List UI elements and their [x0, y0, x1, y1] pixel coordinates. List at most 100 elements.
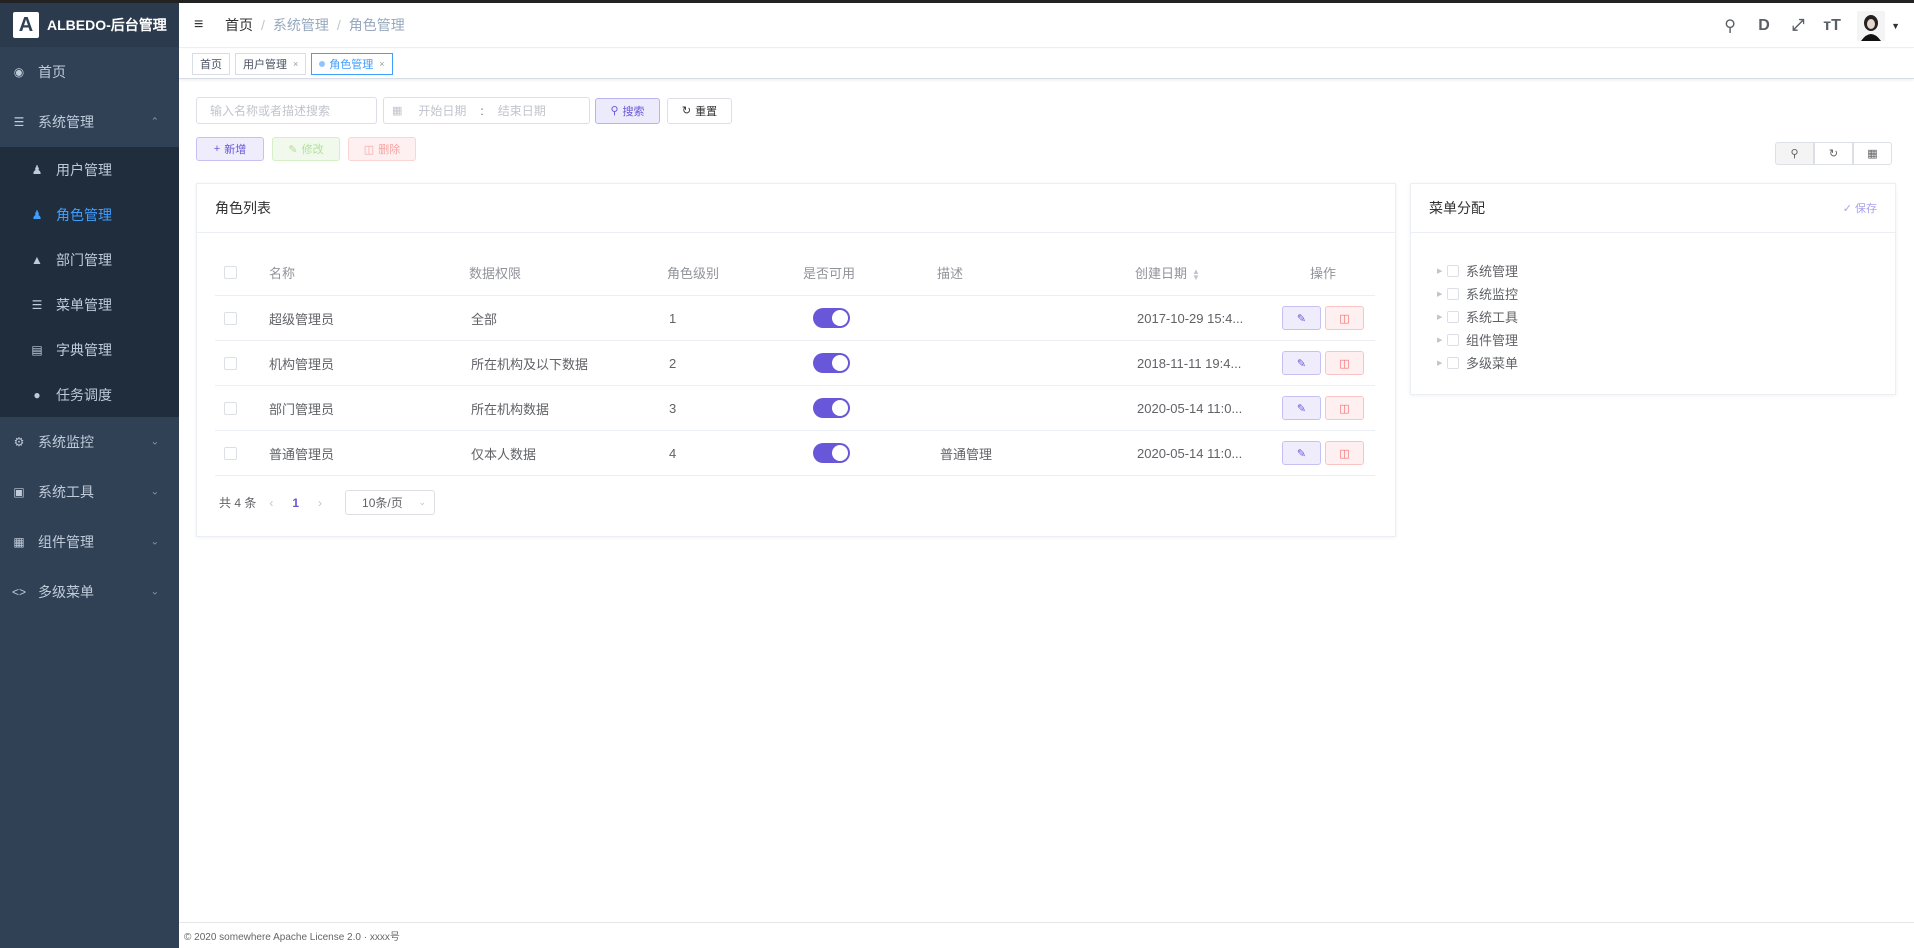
- row-checkbox[interactable]: [224, 356, 237, 370]
- sidebar-item-label: 系统工具: [38, 484, 94, 500]
- tree-node[interactable]: ▶ 组件管理: [1437, 328, 1518, 351]
- caret-right-icon[interactable]: ▶: [1437, 336, 1447, 344]
- menu-tree: ▶ 系统管理 ▶ 系统监控 ▶ 系统工具 ▶ 组件管理 ▶ 多级菜单: [1437, 259, 1518, 374]
- row-checkbox[interactable]: [224, 401, 237, 415]
- next-page-icon[interactable]: ›: [318, 496, 322, 510]
- caret-right-icon[interactable]: ▶: [1437, 290, 1447, 298]
- column-header: 角色级别: [667, 266, 720, 281]
- edit-icon: ✎: [288, 143, 298, 156]
- sidebar-item-multilevel[interactable]: <> 多级菜单 ⌄: [0, 567, 179, 617]
- font-size-icon[interactable]: тT: [1815, 17, 1849, 35]
- tree-node[interactable]: ▶ 多级菜单: [1437, 351, 1518, 374]
- prev-page-icon[interactable]: ‹: [269, 496, 273, 510]
- enabled-toggle[interactable]: [813, 398, 850, 418]
- action-bar: + 新增 ✎ 修改 ◫ 删除: [196, 137, 416, 161]
- tree-checkbox[interactable]: [1447, 356, 1459, 369]
- search-button[interactable]: ⚲ 搜索: [595, 97, 660, 124]
- sidebar-item-roles[interactable]: ♟ 角色管理: [0, 192, 179, 237]
- role-created-date: 2018-11-11 19:4...: [1137, 355, 1242, 371]
- role-name: 机构管理员: [269, 356, 335, 372]
- tree-node[interactable]: ▶ 系统工具: [1437, 305, 1518, 328]
- breadcrumb-home[interactable]: 首页: [225, 15, 253, 35]
- sidebar-item-components[interactable]: ▦ 组件管理 ⌄: [0, 517, 179, 567]
- date-range-picker[interactable]: ▦ 开始日期 : 结束日期: [383, 97, 590, 124]
- fullscreen-icon[interactable]: ⤢: [1781, 17, 1815, 35]
- logo[interactable]: A ALBEDO-后台管理: [0, 3, 179, 47]
- sidebar-item-label: 任务调度: [56, 386, 112, 403]
- sidebar-item-tools[interactable]: ▣ 系统工具 ⌄: [0, 467, 179, 517]
- enabled-toggle[interactable]: [813, 443, 850, 463]
- row-edit-button[interactable]: ✎: [1282, 396, 1321, 420]
- tree-checkbox[interactable]: [1447, 264, 1459, 277]
- enabled-toggle[interactable]: [813, 353, 850, 373]
- enabled-toggle[interactable]: [813, 308, 850, 328]
- refresh-button[interactable]: ↻: [1814, 142, 1853, 165]
- chevron-down-icon: ⌄: [150, 586, 159, 598]
- sidebar-item-monitor[interactable]: ⚙ 系统监控 ⌄: [0, 417, 179, 467]
- tree-checkbox[interactable]: [1447, 333, 1459, 346]
- breadcrumb-system[interactable]: 系统管理: [273, 15, 329, 35]
- check-icon: ✓: [1842, 203, 1852, 215]
- caret-right-icon[interactable]: ▶: [1437, 313, 1447, 321]
- search-input[interactable]: 输入名称或者描述搜索: [196, 97, 377, 124]
- date-column-header[interactable]: 创建日期 ▲ ▼: [1135, 263, 1271, 282]
- tree-node[interactable]: ▶ 系统管理: [1437, 259, 1518, 282]
- row-edit-button[interactable]: ✎: [1282, 441, 1321, 465]
- sidebar-item-system[interactable]: ☰ 系统管理 ⌃: [0, 97, 179, 147]
- delete-button[interactable]: ◫ 删除: [348, 137, 416, 161]
- sort-icon[interactable]: ▲ ▼: [1192, 267, 1200, 281]
- table-row[interactable]: 普通管理员 仅本人数据 4 普通管理 2020-05-14 11:0... ✎ ◫: [215, 431, 1375, 476]
- save-button[interactable]: ✓ 保存: [1843, 200, 1877, 216]
- caret-down-icon[interactable]: ▼: [1891, 21, 1900, 31]
- gear-icon: ⚙: [13, 435, 25, 449]
- close-icon[interactable]: ×: [293, 59, 298, 69]
- avatar[interactable]: [1857, 10, 1886, 41]
- sidebar-item-departments[interactable]: ▲ 部门管理: [0, 237, 179, 282]
- row-delete-button[interactable]: ◫: [1325, 396, 1364, 420]
- row-delete-button[interactable]: ◫: [1325, 306, 1364, 330]
- tag-users[interactable]: 用户管理 ×: [235, 52, 307, 75]
- reset-button[interactable]: ↻ 重置: [667, 97, 732, 124]
- grid-icon: ▦: [13, 535, 25, 549]
- page-size-select[interactable]: 10条/页 ⌄: [345, 490, 436, 515]
- chevron-down-icon: ⌄: [150, 486, 159, 498]
- row-edit-button[interactable]: ✎: [1282, 351, 1321, 375]
- sidebar-item-menus[interactable]: ☰ 菜单管理: [0, 282, 179, 327]
- tag-home[interactable]: 首页: [192, 52, 230, 75]
- select-all-checkbox[interactable]: [224, 266, 237, 279]
- caret-right-icon[interactable]: ▶: [1437, 359, 1447, 367]
- search-icon[interactable]: ⚲: [1713, 16, 1747, 36]
- sidebar-item-dictionary[interactable]: ▤ 字典管理: [0, 327, 179, 372]
- sidebar-item-scheduler[interactable]: ● 任务调度: [0, 372, 179, 417]
- row-checkbox[interactable]: [224, 446, 237, 460]
- hamburger-icon[interactable]: ≡: [194, 16, 212, 34]
- tree-checkbox[interactable]: [1447, 310, 1459, 323]
- row-delete-button[interactable]: ◫: [1325, 441, 1364, 465]
- edit-button[interactable]: ✎ 修改: [272, 137, 340, 161]
- tags-view: 首页 用户管理 × 角色管理 ×: [179, 49, 1914, 79]
- menu-list-icon: ☰: [13, 115, 25, 129]
- tree-node[interactable]: ▶ 系统监控: [1437, 282, 1518, 305]
- tree-checkbox[interactable]: [1447, 287, 1459, 300]
- sidebar-item-home[interactable]: ◉ 首页: [0, 47, 179, 97]
- row-edit-button[interactable]: ✎: [1282, 306, 1321, 330]
- toggle-search-button[interactable]: ⚲: [1775, 142, 1814, 165]
- close-icon[interactable]: ×: [379, 59, 384, 69]
- start-date-input[interactable]: 开始日期: [418, 102, 466, 119]
- tree-node-label: 多级菜单: [1466, 356, 1519, 371]
- add-button[interactable]: + 新增: [196, 137, 264, 161]
- reset-button-label: 重置: [695, 105, 718, 118]
- tag-roles[interactable]: 角色管理 ×: [311, 52, 393, 75]
- caret-right-icon[interactable]: ▶: [1437, 267, 1447, 275]
- column-header: 是否可用: [803, 266, 856, 281]
- columns-button[interactable]: ▦: [1853, 142, 1892, 165]
- row-checkbox[interactable]: [224, 311, 237, 325]
- table-row[interactable]: 部门管理员 所在机构数据 3 2020-05-14 11:0... ✎ ◫: [215, 386, 1375, 431]
- row-delete-button[interactable]: ◫: [1325, 351, 1364, 375]
- table-row[interactable]: 机构管理员 所在机构及以下数据 2 2018-11-11 19:4... ✎ ◫: [215, 341, 1375, 386]
- table-row[interactable]: 超级管理员 全部 1 2017-10-29 15:4... ✎ ◫: [215, 296, 1375, 341]
- sidebar-item-users[interactable]: ♟ 用户管理: [0, 147, 179, 192]
- page-number[interactable]: 1: [292, 496, 299, 510]
- doc-icon[interactable]: D: [1747, 17, 1781, 35]
- end-date-input[interactable]: 结束日期: [498, 102, 546, 119]
